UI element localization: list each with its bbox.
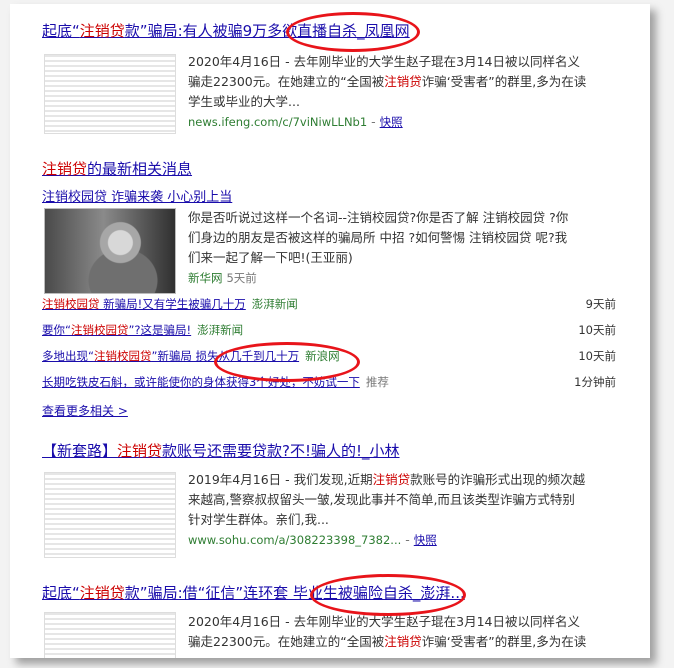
result-2-thumbnail[interactable] — [44, 472, 176, 558]
news-top-snippet: 你是否听说过这样一个名词--注销校园贷?你是否了解 注销校园贷 ?你 们身边的朋… — [188, 210, 569, 285]
result-3-snippet: 2020年4月16日 - 去年刚毕业的大学生赵子琨在3月14日被以同样名义 骗走… — [188, 614, 587, 649]
result-1-thumbnail[interactable] — [44, 54, 176, 134]
news-top-source: 新华网 — [188, 271, 223, 285]
result-2-title[interactable]: 【新套路】注销贷款账号还需要贷款?不!骗人的!_小林 — [42, 440, 400, 461]
more-news-link[interactable]: 查看更多相关 > — [42, 402, 128, 419]
news-top-title[interactable]: 注销校园贷 诈骗来袭 小心别上当 — [42, 186, 232, 205]
result-2-cache-link[interactable]: 快照 — [414, 533, 437, 547]
result-1-url[interactable]: news.ifeng.com/c/7viNiwLLNb1 — [188, 115, 367, 129]
news-row[interactable]: 注销校园贷 新骗局!又有学生被骗几十万 澎湃新闻 9天前 — [42, 296, 616, 316]
news-heading[interactable]: 注销贷的最新相关消息 — [42, 158, 192, 179]
result-2-snippet: 2019年4月16日 - 我们发现,近期注销贷款账号的诈骗形式出现的频次越 来越… — [188, 472, 586, 547]
annotation-circle — [310, 574, 466, 616]
search-results-page: 起底“注销贷款”骗局:有人被骗9万多欲直播自杀_凤凰网 2020年4月16日 -… — [10, 4, 650, 658]
news-top-photo[interactable] — [44, 208, 176, 294]
result-1-cache-link[interactable]: 快照 — [380, 115, 403, 129]
annotation-circle — [214, 342, 360, 382]
result-3-thumbnail[interactable] — [44, 612, 176, 658]
news-row[interactable]: 要你“注销校园贷”?这是骗局! 澎湃新闻 10天前 — [42, 322, 616, 342]
result-1-snippet: 2020年4月16日 - 去年刚毕业的大学生赵子琨在3月14日被以同样名义 骗走… — [188, 54, 587, 129]
result-2-url[interactable]: www.sohu.com/a/308223398_7382... — [188, 533, 401, 547]
annotation-circle — [286, 12, 420, 52]
